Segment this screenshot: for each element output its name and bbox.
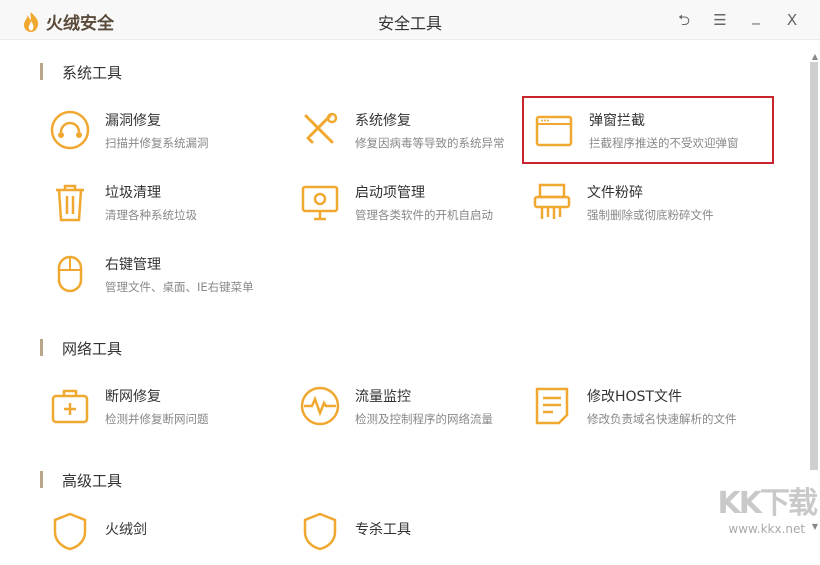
tool-title: 垃圾清理 xyxy=(105,184,161,201)
tool-item[interactable]: 漏洞修复 扫描并修复系统漏洞 xyxy=(40,96,292,164)
tool-title: 专杀工具 xyxy=(355,521,411,538)
shredder-icon xyxy=(533,183,571,219)
tool-description: 扫描并修复系统漏洞 xyxy=(105,135,209,150)
tool-item[interactable]: 垃圾清理 清理各种系统垃圾 xyxy=(40,168,292,236)
tool-text: 启动项管理 管理各类软件的开机自启动 xyxy=(355,182,493,223)
tool-description: 检测并修复断网问题 xyxy=(105,411,209,426)
tool-title: 火绒剑 xyxy=(105,521,147,538)
tool-title: 启动项管理 xyxy=(355,184,425,201)
watermark-url: www.kkx.net xyxy=(728,522,806,536)
minimize-button[interactable]: _ xyxy=(746,6,766,26)
watermark: KK下载 www.kkx.net xyxy=(717,478,818,536)
close-button[interactable]: X xyxy=(782,10,802,30)
section-title: 高级工具 xyxy=(40,470,122,491)
mouse-icon xyxy=(57,255,83,293)
app-logo: 火绒安全 xyxy=(22,9,114,34)
tool-text: 系统修复 修复因病毒等导致的系统异常 xyxy=(355,110,505,151)
monitor-power-icon xyxy=(301,185,339,221)
shield-icon xyxy=(53,512,87,551)
tool-item[interactable]: 流量监控 检测及控制程序的网络流量 xyxy=(290,372,542,440)
tool-text: 垃圾清理 清理各种系统垃圾 xyxy=(105,182,197,223)
shield-icon xyxy=(303,512,337,551)
tool-text: 断网修复 检测并修复断网问题 xyxy=(105,386,209,427)
section-title: 系统工具 xyxy=(40,62,122,83)
tool-item[interactable]: 右键管理 管理文件、桌面、IE右键菜单 xyxy=(40,240,292,308)
document-icon xyxy=(535,387,569,425)
tool-description: 强制删除或彻底粉碎文件 xyxy=(587,207,714,222)
tool-item[interactable]: 专杀工具 xyxy=(290,497,542,565)
tool-title: 右键管理 xyxy=(105,256,161,273)
scroll-up-arrow[interactable]: ▲ xyxy=(812,52,818,61)
tool-text: 右键管理 管理文件、桌面、IE右键菜单 xyxy=(105,254,254,295)
tool-item[interactable]: 启动项管理 管理各类软件的开机自启动 xyxy=(290,168,542,236)
back-button[interactable]: ⮌ xyxy=(674,10,694,30)
app-name: 火绒安全 xyxy=(46,14,114,34)
tool-item[interactable]: 系统修复 修复因病毒等导致的系统异常 xyxy=(290,96,542,164)
tool-description: 修改负责域名快速解析的文件 xyxy=(587,411,737,426)
tool-title: 弹窗拦截 xyxy=(589,112,645,129)
section-title: 网络工具 xyxy=(40,338,122,359)
flame-logo-icon xyxy=(24,11,39,32)
wrench-screwdriver-icon xyxy=(304,112,338,144)
tool-item[interactable]: 文件粉碎 强制删除或彻底粉碎文件 xyxy=(522,168,774,236)
pulse-icon xyxy=(300,386,340,426)
trash-icon xyxy=(56,184,84,222)
window-title: 安全工具 xyxy=(377,14,442,33)
tool-text: 漏洞修复 扫描并修复系统漏洞 xyxy=(105,110,209,151)
tool-title: 系统修复 xyxy=(355,112,411,129)
vulnerability-fix-icon xyxy=(50,110,90,150)
tool-description: 修复因病毒等导致的系统异常 xyxy=(355,135,505,150)
tool-text: 文件粉碎 强制删除或彻底粉碎文件 xyxy=(587,182,714,223)
tool-description: 清理各种系统垃圾 xyxy=(105,207,197,222)
watermark-logo: KK下载 xyxy=(717,486,818,521)
scrollbar-thumb[interactable] xyxy=(810,62,818,470)
title-bar: 火绒安全 安全工具 ⮌ ☰ _ X xyxy=(0,0,820,40)
tool-description: 检测及控制程序的网络流量 xyxy=(355,411,493,426)
tool-description: 拦截程序推送的不受欢迎弹窗 xyxy=(589,135,739,150)
tool-text: 流量监控 检测及控制程序的网络流量 xyxy=(355,386,493,427)
tool-text: 弹窗拦截 拦截程序推送的不受欢迎弹窗 xyxy=(589,110,739,151)
tool-title: 断网修复 xyxy=(105,388,161,405)
tool-item[interactable]: 火绒剑 xyxy=(40,497,292,565)
tool-title: 文件粉碎 xyxy=(587,184,643,201)
tool-description: 管理各类软件的开机自启动 xyxy=(355,207,493,222)
popup-window-icon xyxy=(535,115,573,147)
medkit-icon xyxy=(51,389,89,424)
tool-title: 修改HOST文件 xyxy=(587,388,682,405)
tool-title: 流量监控 xyxy=(355,388,411,405)
tool-text: 修改HOST文件 修改负责域名快速解析的文件 xyxy=(587,386,737,427)
tool-description: 管理文件、桌面、IE右键菜单 xyxy=(105,279,254,294)
tool-title: 漏洞修复 xyxy=(105,112,161,129)
tool-item[interactable]: 断网修复 检测并修复断网问题 xyxy=(40,372,292,440)
tool-item[interactable]: 修改HOST文件 修改负责域名快速解析的文件 xyxy=(522,372,774,440)
tool-item[interactable]: 弹窗拦截 拦截程序推送的不受欢迎弹窗 xyxy=(522,96,774,164)
menu-button[interactable]: ☰ xyxy=(710,10,730,30)
